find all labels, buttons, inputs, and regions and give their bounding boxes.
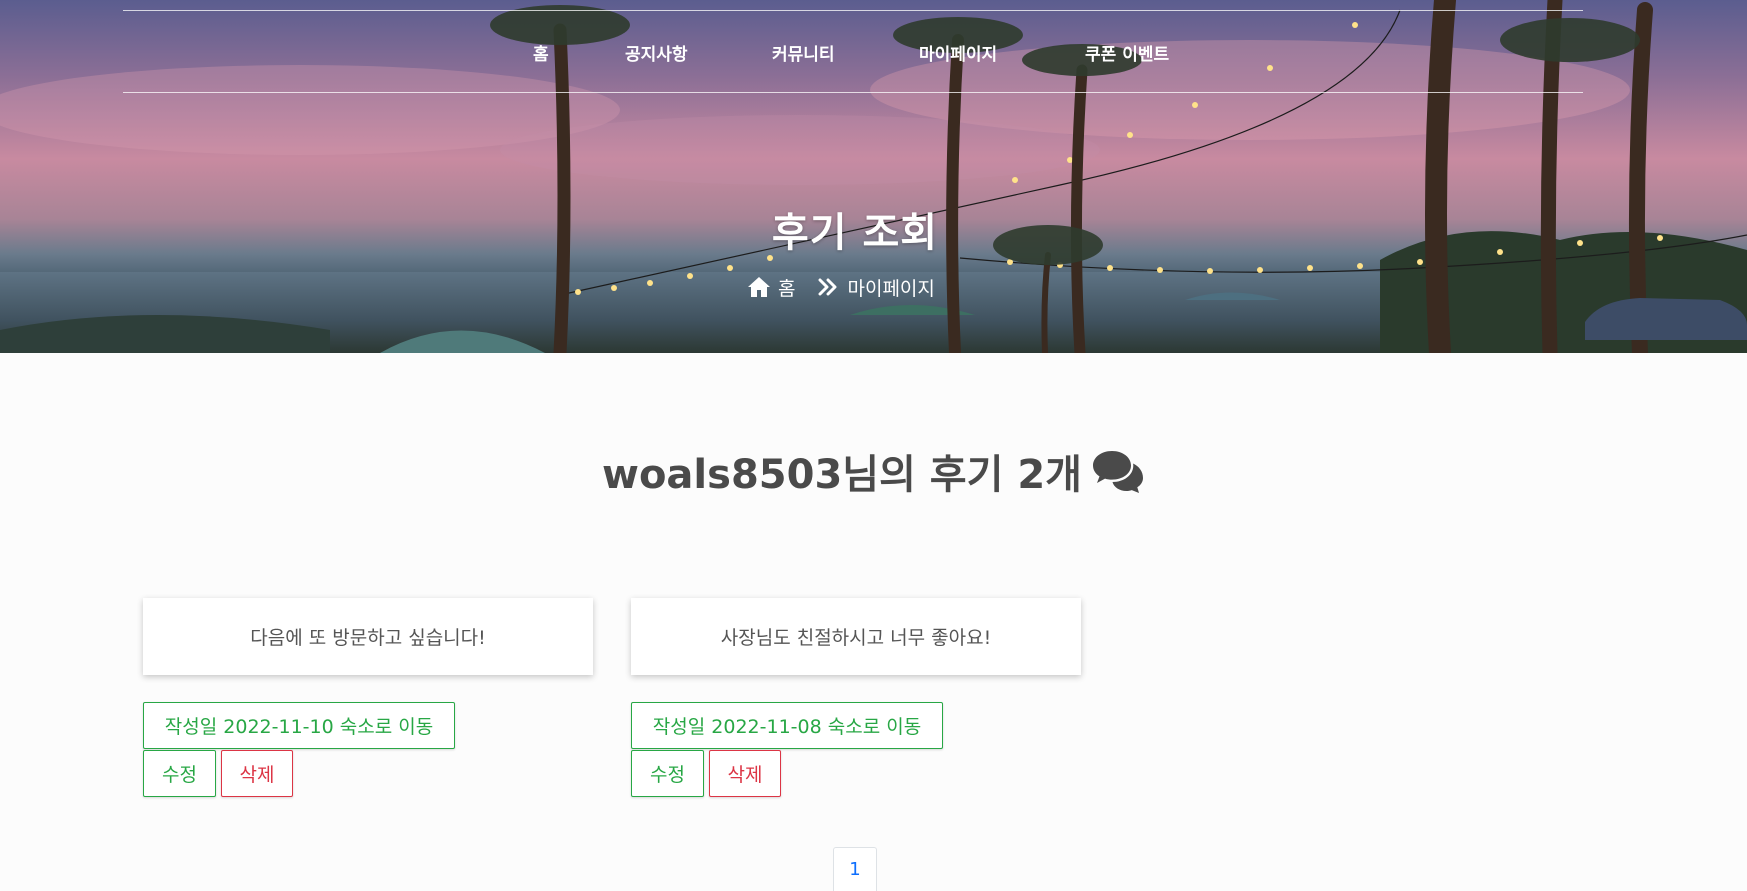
delete-button-2[interactable]: 삭제 (709, 750, 781, 797)
review-text: 다음에 또 방문하고 싶습니다! (250, 627, 486, 649)
nav-item-home[interactable]: 홈 (533, 40, 549, 65)
edit-button-1[interactable]: 수정 (143, 750, 216, 797)
double-chevron-right-icon (815, 274, 841, 300)
nav-bottom-divider (123, 92, 1583, 93)
home-icon[interactable] (746, 274, 772, 300)
nav-item-notice[interactable]: 공지사항 (625, 40, 688, 65)
delete-button-1[interactable]: 삭제 (221, 750, 293, 797)
review-info-button-1[interactable]: 작성일 2022-11-10 숙소로 이동 (143, 702, 455, 749)
hero-title: 후기 조회 (771, 210, 939, 256)
comments-icon (1092, 449, 1144, 493)
edit-button-2[interactable]: 수정 (631, 750, 704, 797)
pagination-page-1[interactable]: 1 (833, 847, 877, 891)
breadcrumb: 홈 마이페이지 (746, 274, 935, 300)
nav-top-divider (123, 10, 1583, 11)
breadcrumb-home[interactable]: 홈 (778, 274, 795, 301)
page-title: woals8503님의 후기 2개 (602, 446, 1144, 498)
review-card-1: 다음에 또 방문하고 싶습니다! (143, 598, 593, 675)
breadcrumb-current: 마이페이지 (847, 277, 935, 300)
main-nav: 홈 공지사항 커뮤니티 마이페이지 쿠폰 이벤트 (0, 30, 1747, 70)
hero-banner: 홈 공지사항 커뮤니티 마이페이지 쿠폰 이벤트 후기 조회 홈 마이페이지 (0, 0, 1747, 353)
nav-item-coupon-event[interactable]: 쿠폰 이벤트 (1085, 40, 1169, 65)
nav-item-mypage[interactable]: 마이페이지 (919, 40, 997, 65)
page-title-text: woals8503님의 후기 2개 (602, 452, 1082, 498)
review-text: 사장님도 친절하시고 너무 좋아요! (720, 627, 992, 649)
nav-item-community[interactable]: 커뮤니티 (772, 40, 835, 65)
review-info-button-2[interactable]: 작성일 2022-11-08 숙소로 이동 (631, 702, 943, 749)
review-card-2: 사장님도 친절하시고 너무 좋아요! (631, 598, 1081, 675)
